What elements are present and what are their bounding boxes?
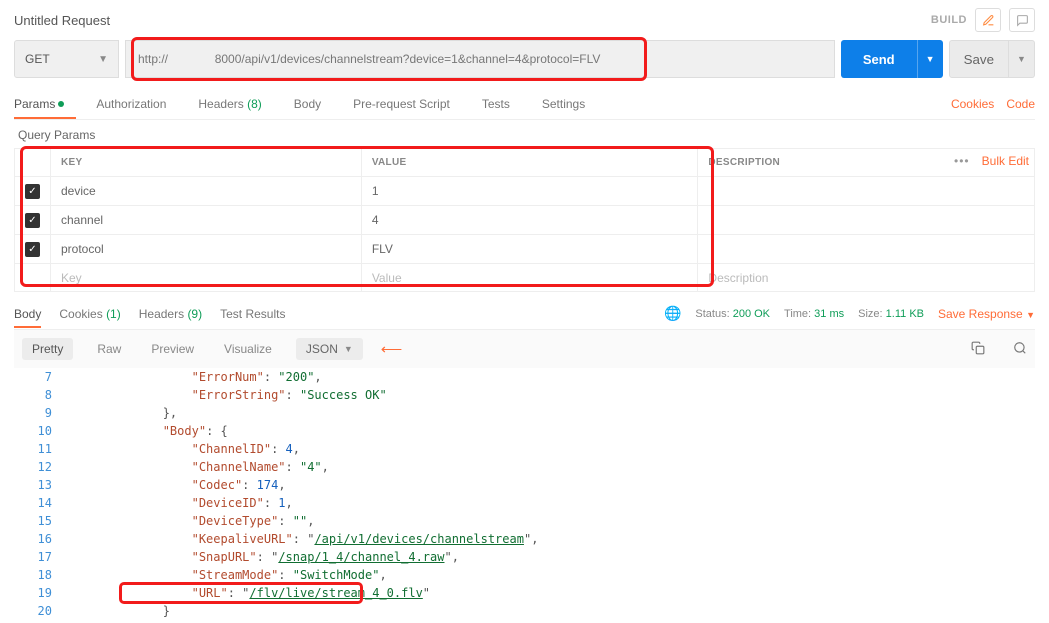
raw-tab[interactable]: Raw: [91, 338, 127, 360]
send-button[interactable]: Send: [841, 40, 917, 78]
code-line: 19 "URL": "/flv/live/stream_4_0.flv": [14, 584, 1035, 602]
resp-tab-headers[interactable]: Headers (9): [139, 301, 202, 327]
build-label: BUILD: [931, 14, 967, 26]
params-indicator: [58, 101, 64, 107]
wrap-icon[interactable]: ⟵: [381, 340, 403, 358]
code-line: 20 }: [14, 602, 1035, 620]
save-caret[interactable]: ▼: [1009, 40, 1035, 78]
more-icon[interactable]: •••: [954, 154, 970, 168]
param-desc[interactable]: [698, 235, 1035, 264]
tab-settings[interactable]: Settings: [542, 90, 597, 118]
visualize-tab[interactable]: Visualize: [218, 338, 278, 360]
chevron-down-icon: ▼: [1017, 54, 1026, 64]
resp-tab-cookies[interactable]: Cookies (1): [59, 301, 120, 327]
param-desc[interactable]: [698, 177, 1035, 206]
status-value: 200 OK: [733, 308, 770, 320]
param-desc-placeholder[interactable]: Description: [698, 264, 1035, 292]
code-line: 8 "ErrorString": "Success OK": [14, 386, 1035, 404]
resp-tab-testresults[interactable]: Test Results: [220, 301, 285, 327]
size-label: Size:: [858, 308, 882, 320]
tab-params[interactable]: Params: [14, 90, 76, 118]
bulk-edit-link[interactable]: Bulk Edit: [982, 154, 1029, 168]
col-value: VALUE: [361, 149, 698, 177]
code-line: 13 "Codec": 174,: [14, 476, 1035, 494]
send-caret[interactable]: ▼: [917, 40, 943, 78]
copy-icon[interactable]: [971, 341, 985, 358]
preview-tab[interactable]: Preview: [145, 338, 200, 360]
edit-icon[interactable]: [975, 8, 1001, 32]
table-row[interactable]: ✓ channel 4: [15, 206, 1035, 235]
code-line: 11 "ChannelID": 4,: [14, 440, 1035, 458]
resp-tab-body[interactable]: Body: [14, 301, 41, 327]
tab-headers[interactable]: Headers (8): [198, 90, 273, 118]
chevron-down-icon: ▼: [98, 54, 108, 65]
save-button[interactable]: Save: [949, 40, 1009, 78]
code-line: 9 },: [14, 404, 1035, 422]
format-select[interactable]: JSON ▼: [296, 338, 363, 360]
param-key[interactable]: channel: [51, 206, 362, 235]
cookies-link[interactable]: Cookies: [951, 97, 994, 111]
code-line: 10 "Body": {: [14, 422, 1035, 440]
code-line: 17 "SnapURL": "/snap/1_4/channel_4.raw",: [14, 548, 1035, 566]
query-params-title: Query Params: [14, 120, 1035, 148]
request-title: Untitled Request: [14, 13, 110, 28]
tab-tests[interactable]: Tests: [482, 90, 522, 118]
globe-icon[interactable]: 🌐: [664, 305, 681, 322]
size-value: 1.11 KB: [886, 308, 924, 320]
code-line: 16 "KeepaliveURL": "/api/v1/devices/chan…: [14, 530, 1035, 548]
code-line: 7 "ErrorNum": "200",: [14, 368, 1035, 386]
checkbox-icon[interactable]: ✓: [25, 184, 40, 199]
code-line: 15 "DeviceType": "",: [14, 512, 1035, 530]
code-line: 14 "DeviceID": 1,: [14, 494, 1035, 512]
col-key: KEY: [51, 149, 362, 177]
checkbox-icon[interactable]: ✓: [25, 213, 40, 228]
param-key[interactable]: protocol: [51, 235, 362, 264]
param-value-placeholder[interactable]: Value: [361, 264, 698, 292]
status-label: Status:: [695, 308, 729, 320]
save-response-link[interactable]: Save Response ▼: [938, 307, 1035, 321]
code-link[interactable]: Code: [1006, 97, 1035, 111]
tab-authorization[interactable]: Authorization: [96, 90, 178, 118]
code-line: 18 "StreamMode": "SwitchMode",: [14, 566, 1035, 584]
method-select[interactable]: GET ▼: [14, 40, 119, 78]
tab-prereq[interactable]: Pre-request Script: [353, 90, 462, 118]
url-input[interactable]: [125, 40, 835, 78]
param-key-placeholder[interactable]: Key: [51, 264, 362, 292]
param-value[interactable]: 4: [361, 206, 698, 235]
param-value[interactable]: 1: [361, 177, 698, 206]
table-row[interactable]: ✓ protocol FLV: [15, 235, 1035, 264]
tab-body[interactable]: Body: [294, 90, 333, 118]
param-key[interactable]: device: [51, 177, 362, 206]
comment-icon[interactable]: [1009, 8, 1035, 32]
param-value[interactable]: FLV: [361, 235, 698, 264]
table-row[interactable]: ✓ device 1: [15, 177, 1035, 206]
param-desc[interactable]: [698, 206, 1035, 235]
chevron-down-icon: ▼: [926, 54, 935, 64]
time-value: 31 ms: [814, 308, 844, 320]
checkbox-icon[interactable]: ✓: [25, 242, 40, 257]
time-label: Time:: [784, 308, 811, 320]
pretty-tab[interactable]: Pretty: [22, 338, 73, 360]
search-icon[interactable]: [1013, 341, 1027, 358]
code-line: 12 "ChannelName": "4",: [14, 458, 1035, 476]
